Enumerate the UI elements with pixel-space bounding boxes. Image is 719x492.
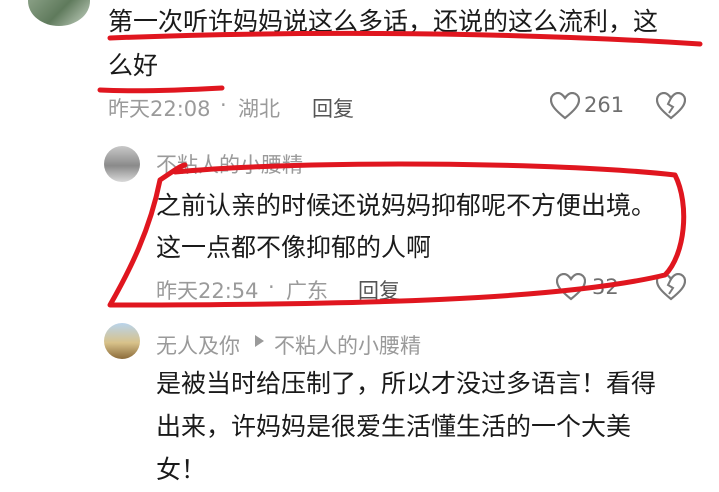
red-annotation-overlay <box>97 30 703 308</box>
